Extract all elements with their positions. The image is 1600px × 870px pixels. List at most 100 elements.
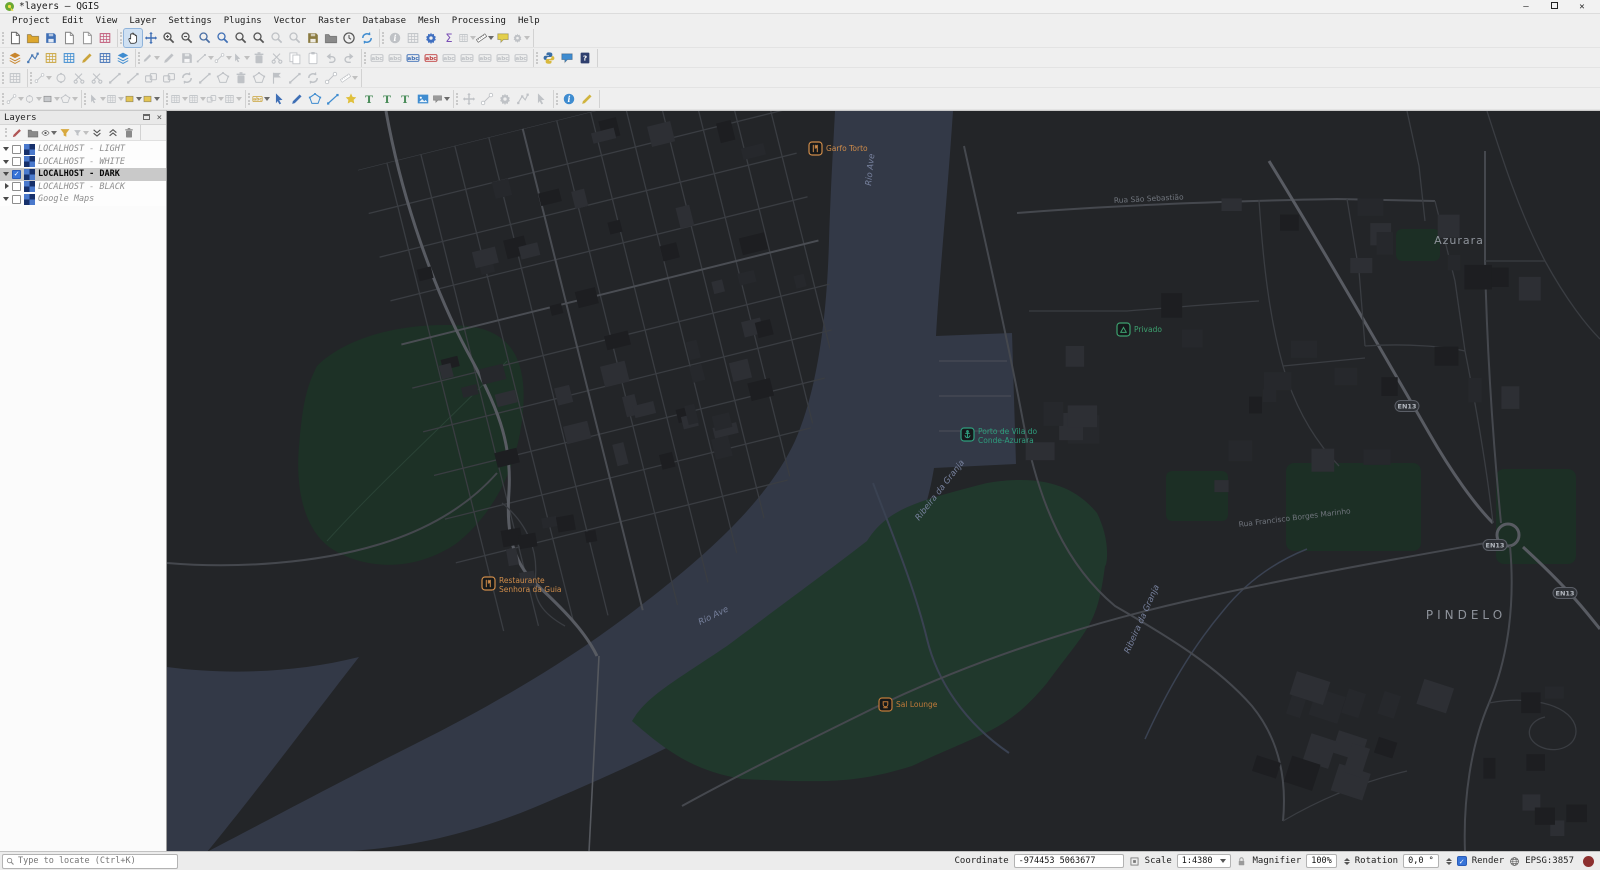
menu-plugins[interactable]: Plugins xyxy=(218,14,268,28)
point-annotation-button[interactable] xyxy=(342,90,360,108)
zoom-in-button[interactable] xyxy=(160,29,178,47)
menu-project[interactable]: Project xyxy=(6,14,56,28)
layer-row-localhost-white[interactable]: LOCALHOST - WHITE xyxy=(0,156,166,169)
menu-database[interactable]: Database xyxy=(357,14,412,28)
deselect-features-all-layers-button[interactable] xyxy=(124,90,142,108)
style-manager-button[interactable] xyxy=(96,29,114,47)
zoom-to-layer-button[interactable] xyxy=(232,29,250,47)
sketch-tool-button[interactable] xyxy=(578,90,596,108)
magnifier-spinner[interactable] xyxy=(1343,857,1350,865)
new-print-layout-button[interactable] xyxy=(60,29,78,47)
menu-mesh[interactable]: Mesh xyxy=(412,14,446,28)
lock-icon[interactable] xyxy=(1236,856,1247,867)
manage-map-themes-button[interactable] xyxy=(41,125,57,140)
new-spatial-bookmark-button[interactable] xyxy=(304,29,322,47)
metasearch-info-button[interactable] xyxy=(560,90,578,108)
layer-checkbox[interactable] xyxy=(12,157,21,167)
open-data-source-manager-button[interactable] xyxy=(6,49,24,67)
curve-annotation-button[interactable] xyxy=(288,90,306,108)
render-checkbox[interactable]: ✓ xyxy=(1456,856,1467,866)
extents-icon[interactable] xyxy=(1129,856,1140,867)
python-console-button[interactable] xyxy=(540,49,558,67)
menu-edit[interactable]: Edit xyxy=(56,14,90,28)
locate-bar[interactable] xyxy=(2,853,178,869)
menu-layer[interactable]: Layer xyxy=(123,14,162,28)
remove-layer-button[interactable] xyxy=(121,125,137,140)
menu-settings[interactable]: Settings xyxy=(162,14,217,28)
new-project-button[interactable] xyxy=(6,29,24,47)
expand-icon[interactable] xyxy=(3,159,9,165)
help-contents-button[interactable] xyxy=(576,49,594,67)
map-canvas[interactable]: EN13 EN13 EN13 Rio Ave Rio Ave Ribeira da Gr… xyxy=(167,110,1600,852)
rotation-value[interactable]: 0,0 ° xyxy=(1403,854,1439,868)
layer-checkbox[interactable] xyxy=(12,194,21,204)
add-raster-layer-button[interactable] xyxy=(42,49,60,67)
show-statistical-summary-button[interactable] xyxy=(440,29,458,47)
add-wms-layer-button[interactable] xyxy=(114,49,132,67)
temporal-controller-button[interactable] xyxy=(340,29,358,47)
locate-input[interactable] xyxy=(18,856,174,866)
panel-float-button[interactable] xyxy=(142,113,150,123)
add-vector-layer-button[interactable] xyxy=(24,49,42,67)
zoom-native-resolution-button[interactable] xyxy=(250,29,268,47)
text-along-line-annotation-button[interactable] xyxy=(378,90,396,108)
show-spatial-bookmarks-button[interactable] xyxy=(322,29,340,47)
crs-label[interactable]: EPSG:3857 xyxy=(1525,856,1574,866)
layer-checkbox[interactable] xyxy=(12,169,21,179)
expand-icon[interactable] xyxy=(3,146,9,152)
add-mesh-layer-button[interactable] xyxy=(60,49,78,67)
zoom-out-button[interactable] xyxy=(178,29,196,47)
show-layout-manager-button[interactable] xyxy=(78,29,96,47)
zoom-to-selection-button[interactable] xyxy=(214,29,232,47)
line-annotation-button[interactable] xyxy=(324,90,342,108)
filter-legend-button[interactable] xyxy=(57,125,73,140)
save-project-button[interactable] xyxy=(42,29,60,47)
processing-toolbox-button[interactable] xyxy=(422,29,440,47)
layer-row-google-maps[interactable]: Google Maps xyxy=(0,193,166,206)
select-by-value-button[interactable] xyxy=(142,90,160,108)
log-messages-button[interactable] xyxy=(558,49,576,67)
layer-row-localhost-dark[interactable]: LOCALHOST - DARK xyxy=(0,168,166,181)
expand-all-button[interactable] xyxy=(89,125,105,140)
rect-text-annotation-button[interactable] xyxy=(396,90,414,108)
messages-icon[interactable] xyxy=(1583,855,1594,867)
menu-view[interactable]: View xyxy=(90,14,124,28)
toggle-unplaced-labels-button[interactable] xyxy=(422,49,440,67)
select-annotation-button[interactable] xyxy=(270,90,288,108)
polygon-annotation-button[interactable] xyxy=(306,90,324,108)
highlight-pinned-labels-button[interactable] xyxy=(404,49,422,67)
form-annotation-button[interactable] xyxy=(432,90,450,108)
scale-combo[interactable]: 1:4380 xyxy=(1176,854,1232,868)
layer-row-localhost-light[interactable]: LOCALHOST - LIGHT xyxy=(0,143,166,156)
magnifier-value[interactable]: 100% xyxy=(1306,854,1337,868)
coordinate-value[interactable]: -974453 5063677 xyxy=(1013,854,1124,868)
add-delimited-text-layer-button[interactable] xyxy=(78,49,96,67)
annotation-tools-button[interactable] xyxy=(252,90,270,108)
open-project-button[interactable] xyxy=(24,29,42,47)
menu-raster[interactable]: Raster xyxy=(312,14,357,28)
expand-icon[interactable] xyxy=(3,171,9,177)
collapse-all-button[interactable] xyxy=(105,125,121,140)
pan-map-button[interactable] xyxy=(123,27,143,48)
menu-help[interactable]: Help xyxy=(512,14,546,28)
rotation-spinner[interactable] xyxy=(1445,857,1452,865)
text-annotation-button[interactable] xyxy=(360,90,378,108)
layer-row-localhost-black[interactable]: LOCALHOST - BLACK xyxy=(0,181,166,194)
measure-button[interactable] xyxy=(476,29,494,47)
pan-to-selection-button[interactable] xyxy=(142,29,160,47)
close-button[interactable]: ✕ xyxy=(1576,2,1588,12)
zoom-full-extent-button[interactable] xyxy=(196,29,214,47)
menu-processing[interactable]: Processing xyxy=(446,14,512,28)
menu-vector[interactable]: Vector xyxy=(268,14,313,28)
refresh-map-button[interactable] xyxy=(358,29,376,47)
panel-close-button[interactable]: × xyxy=(157,113,162,123)
add-group-button[interactable] xyxy=(25,125,41,140)
picture-annotation-button[interactable] xyxy=(414,90,432,108)
map-tips-button[interactable] xyxy=(494,29,512,47)
layer-checkbox[interactable] xyxy=(12,182,21,192)
maximize-button[interactable] xyxy=(1548,1,1560,12)
minimize-button[interactable]: — xyxy=(1520,2,1532,12)
add-spatialite-layer-button[interactable] xyxy=(96,49,114,67)
layer-checkbox[interactable] xyxy=(12,144,21,154)
open-layer-styling-button[interactable] xyxy=(9,125,25,140)
